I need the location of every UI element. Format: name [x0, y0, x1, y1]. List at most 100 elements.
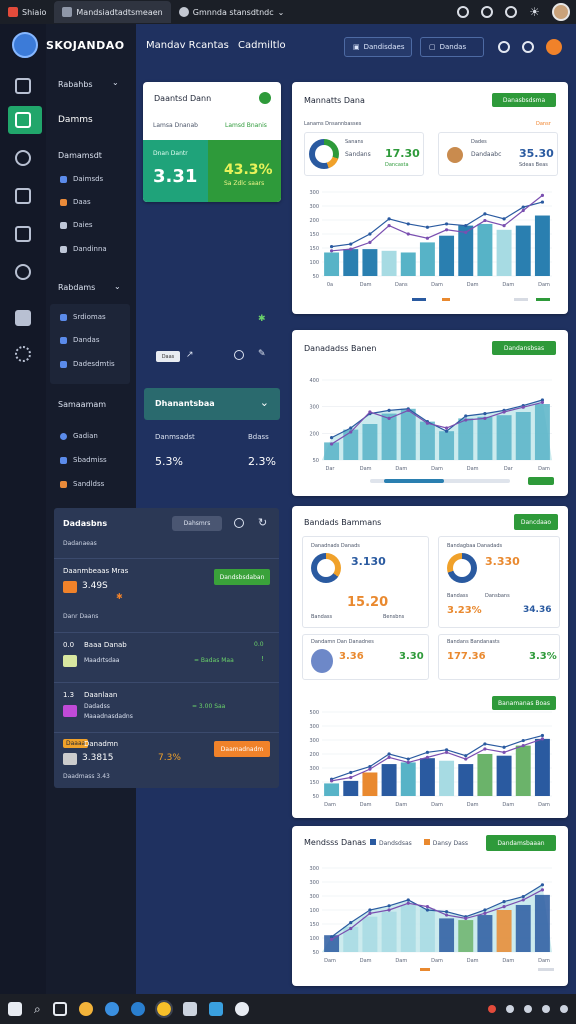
x-tick-label: Dam — [324, 802, 336, 808]
stat-card[interactable]: Danadnads Danads 3.130 15.20 Bandass Ben… — [302, 536, 429, 628]
sidebar-item-label: Srdiomas — [73, 313, 106, 321]
row-button[interactable]: Dandsbsdaban — [214, 569, 270, 585]
volume-icon[interactable] — [524, 1005, 532, 1013]
header-button-2[interactable]: ▢ Dandas — [420, 37, 484, 57]
data-point — [444, 750, 449, 754]
chevron-down-icon[interactable]: ⌄ — [278, 8, 285, 17]
grid-icon[interactable] — [15, 226, 31, 242]
data-point — [444, 910, 449, 914]
brand[interactable]: SKOJANDAO — [12, 32, 125, 58]
browser-tab-active[interactable]: Mandsiadtadtsmeaen — [54, 1, 171, 23]
settings-icon[interactable] — [498, 41, 510, 53]
sidebar-item[interactable]: Dandas — [60, 336, 100, 344]
chevron-down-icon[interactable]: ⌄ — [114, 282, 121, 291]
notification-icon[interactable] — [546, 39, 562, 55]
search-icon[interactable] — [234, 350, 244, 360]
refresh-icon[interactable]: ↻ — [258, 516, 267, 529]
data-point — [483, 416, 487, 420]
user-icon[interactable] — [15, 150, 31, 166]
list-item[interactable]: Daanmbeaas Mras 3.49S ✱ Dandsbsdaban Dan… — [54, 558, 279, 630]
search-icon[interactable]: ⌕ — [34, 1002, 41, 1017]
list-item[interactable]: 1.3 Daanlaan Dadadss Maaadnasdadns = 3.0… — [54, 682, 279, 730]
arrow-icon[interactable]: ↗ — [186, 350, 194, 360]
calendar-icon[interactable] — [15, 188, 31, 204]
chevron-down-icon[interactable]: ⌄ — [112, 78, 119, 87]
legend-item: Dansy Dass — [423, 839, 468, 847]
x-tick-label: Dam — [324, 958, 336, 964]
browser-tab[interactable]: Shiaio — [0, 1, 54, 23]
sidebar-section-title[interactable]: Rabahbs — [58, 80, 93, 89]
sidebar-item[interactable]: Srdiomas — [60, 313, 106, 321]
inbox-icon[interactable] — [15, 310, 31, 326]
data-point — [425, 225, 430, 229]
bar — [515, 225, 531, 276]
x-tick-label: Dam — [360, 958, 372, 964]
messenger-icon[interactable] — [505, 6, 518, 18]
edit-icon[interactable]: ✎ — [258, 349, 266, 359]
browser-icon[interactable] — [130, 1002, 145, 1016]
taskview-icon[interactable] — [52, 1002, 67, 1016]
y-tick-label: 300 — [309, 190, 319, 196]
list-item[interactable]: Daaaa Danadmn 3.3815 7.3% Daamadnadm Daa… — [54, 732, 279, 788]
data-point — [387, 904, 391, 908]
battery-icon[interactable] — [542, 1005, 550, 1013]
chart-button[interactable]: Danasbsdsma — [492, 93, 556, 107]
item-icon — [60, 313, 67, 321]
small-button[interactable]: Daas — [156, 351, 180, 362]
stat-card[interactable]: Dandamn Dan Danadnes 3.36 3.30 — [302, 634, 429, 680]
edge-icon[interactable] — [104, 1002, 119, 1016]
browser-tab[interactable]: Gmnnda stansdtndc ⌄ — [171, 1, 293, 23]
chart-button[interactable]: Dandamsbaaan — [486, 835, 556, 851]
sidebar-item[interactable]: Daies — [60, 221, 93, 229]
sidebar-item[interactable]: Sbadmiss — [60, 456, 107, 464]
data-point — [349, 430, 353, 434]
shield-icon[interactable] — [522, 41, 534, 53]
sidebar-item[interactable]: Dandinna — [60, 245, 107, 253]
card-title: Bandads Bammans — [304, 518, 382, 527]
github-icon[interactable] — [457, 6, 470, 18]
alert-icon[interactable] — [488, 1005, 496, 1013]
sidebar-section-title[interactable]: Samaamam — [58, 400, 106, 409]
chrome-icon[interactable] — [154, 1000, 173, 1018]
scrollbar[interactable] — [370, 479, 510, 483]
check-icon[interactable] — [259, 92, 271, 104]
sidebar-item[interactable]: Gadian — [60, 432, 98, 440]
sidebar-item[interactable]: Dadesdmtis — [60, 360, 115, 368]
avatar[interactable] — [552, 3, 570, 21]
sidebar-item[interactable]: Daas — [60, 198, 91, 206]
accordion-header[interactable]: Dhanantsbaa ⌄ — [144, 388, 280, 420]
gear-icon[interactable] — [15, 346, 31, 362]
header-button-1[interactable]: ▣ Dandisdaes — [344, 37, 412, 57]
legend-label: Dandsdsas — [379, 840, 412, 847]
bar — [458, 418, 474, 460]
chart-button[interactable]: Dancdaao — [514, 514, 558, 530]
app-icon[interactable] — [208, 1002, 223, 1016]
stat-card[interactable]: Sanans Sandans 17.30 Dancasta — [304, 132, 424, 176]
panel-button[interactable]: Dahsmrs — [172, 516, 222, 531]
grid-icon[interactable] — [15, 78, 31, 94]
bar — [381, 911, 397, 952]
chrome-icon[interactable] — [78, 1002, 93, 1016]
network-icon[interactable] — [506, 1005, 514, 1013]
stat-card[interactable]: Dades Dandaabc 35.30 Sdeas Beas — [438, 132, 558, 176]
bar — [477, 915, 493, 952]
sun-icon[interactable]: ☀ — [529, 5, 540, 19]
list-item[interactable]: 0.0 Baaa Danab Maadrtsdaa = Badas Maa 0.… — [54, 632, 279, 680]
row-button[interactable]: Daamadnadm — [214, 741, 270, 757]
windows-icon[interactable] — [8, 1002, 22, 1016]
home-icon[interactable] — [15, 112, 31, 128]
stat-card[interactable]: Bandagbaa Danadads 3.330 Bandass Dansban… — [438, 536, 560, 628]
clock-icon[interactable] — [15, 264, 31, 280]
x-tick-label: Dam — [360, 466, 372, 472]
sidebar-section-title[interactable]: Rabdams — [58, 283, 95, 292]
chart-button[interactable]: Dandansbsas — [492, 341, 556, 355]
files-icon[interactable] — [182, 1002, 197, 1016]
sidebar-item[interactable]: Sandldss — [60, 480, 104, 488]
notification-icon[interactable] — [560, 1005, 568, 1013]
record-icon[interactable] — [481, 6, 494, 18]
sidebar-item[interactable]: Daimsds — [60, 175, 103, 183]
settings-icon[interactable] — [234, 1002, 249, 1016]
search-icon[interactable] — [234, 518, 244, 528]
sidebar-item-active[interactable]: Damms — [58, 115, 93, 125]
stat-card[interactable]: Bandans Bandanasts 177.36 3.3% — [438, 634, 560, 680]
